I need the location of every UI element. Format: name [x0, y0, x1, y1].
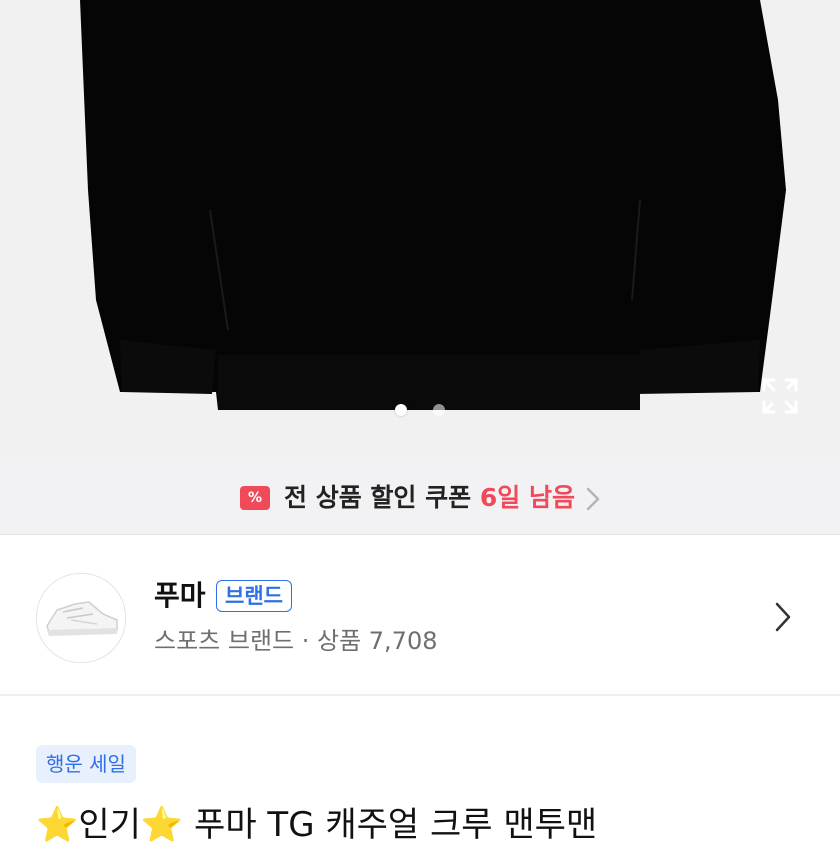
- product-title: ⭐인기⭐ 푸마 TG 캐주얼 크루 맨투맨: [36, 800, 597, 850]
- sale-badge: 행운 세일: [36, 745, 136, 783]
- divider: [0, 694, 840, 696]
- product-title-word: 인기: [78, 805, 141, 845]
- brand-row[interactable]: [0, 535, 840, 695]
- brand-avatar[interactable]: [36, 573, 126, 663]
- sweatshirt-image: [0, 0, 840, 462]
- coupon-icon-glyph: %: [247, 490, 263, 506]
- brand-badge: 브랜드: [216, 580, 292, 612]
- carousel-dot-active[interactable]: [395, 404, 407, 416]
- brand-name[interactable]: 푸마: [154, 578, 206, 614]
- coupon-days-left: 6일 남음: [479, 483, 575, 512]
- product-image-carousel[interactable]: [0, 0, 840, 462]
- sneaker-thumbnail: [46, 601, 118, 636]
- product-title-name: 푸마 TG 캐주얼 크루 맨투맨: [183, 805, 598, 845]
- coupon-icon: %: [240, 486, 270, 510]
- carousel-dot[interactable]: [433, 404, 445, 416]
- star-icon: ⭐: [36, 805, 79, 845]
- coupon-label: 전 상품 할인 쿠폰: [284, 483, 472, 512]
- coupon-text[interactable]: 전 상품 할인 쿠폰 6일 남음: [284, 482, 575, 514]
- carousel-indicator: [0, 402, 840, 418]
- star-icon: ⭐: [140, 805, 184, 845]
- brand-subtitle: 스포츠 브랜드 · 상품 7,708: [154, 627, 438, 655]
- chevron-right-icon[interactable]: [584, 486, 602, 512]
- chevron-right-icon[interactable]: [772, 600, 794, 634]
